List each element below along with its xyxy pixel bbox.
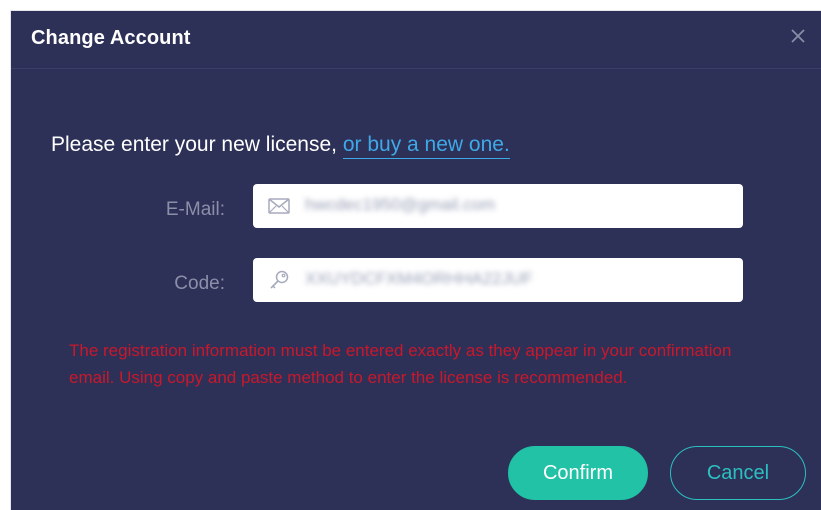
license-prompt: Please enter your new license, or buy a … — [51, 133, 510, 159]
confirm-button[interactable]: Confirm — [508, 446, 648, 500]
email-label: E-Mail: — [165, 199, 225, 220]
key-icon — [267, 269, 291, 291]
dialog-titlebar: Change Account — [11, 11, 821, 69]
cancel-button[interactable]: Cancel — [670, 446, 806, 500]
close-icon[interactable] — [788, 26, 808, 46]
dialog-title: Change Account — [31, 27, 191, 49]
email-field[interactable]: hwcdec1950@gmail.com — [253, 184, 743, 228]
registration-warning: The registration information must be ent… — [69, 341, 732, 387]
prompt-text: Please enter your new license, — [51, 133, 343, 156]
change-account-dialog: Change Account Please enter your new lic… — [10, 10, 821, 510]
email-value: hwcdec1950@gmail.com — [305, 195, 496, 214]
code-field[interactable]: XXUYDCFXM4ORHHA22JUF — [253, 258, 743, 302]
code-label: Code: — [174, 273, 225, 294]
code-value: XXUYDCFXM4ORHHA22JUF — [305, 269, 533, 288]
buy-new-license-link[interactable]: or buy a new one. — [342, 133, 510, 159]
mail-icon — [267, 195, 291, 217]
